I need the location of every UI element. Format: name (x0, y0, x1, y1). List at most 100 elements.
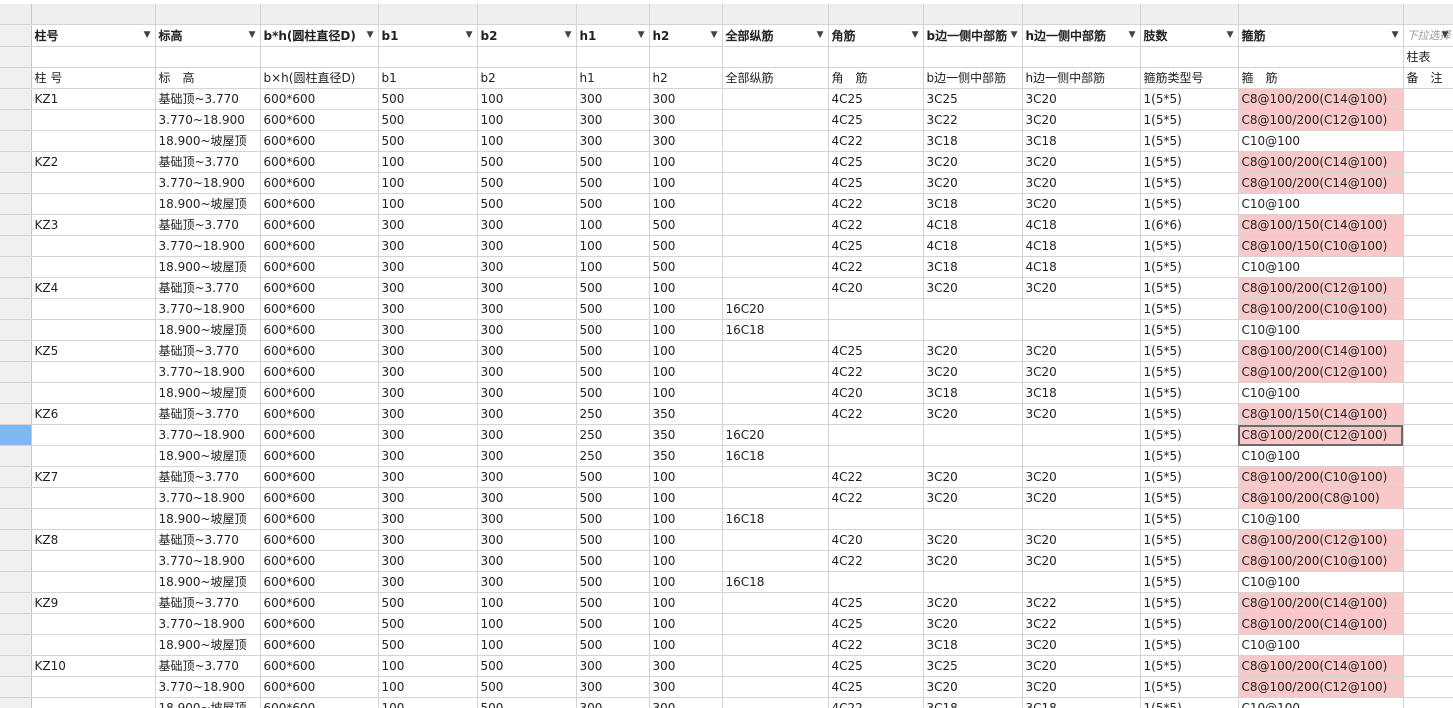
stirrup-cell[interactable]: C8@100/200(C14@100) (1238, 88, 1404, 110)
cell[interactable] (31, 193, 156, 215)
cell[interactable] (31, 298, 156, 320)
cell[interactable]: 基础顶~3.770 (155, 655, 261, 677)
cell[interactable] (828, 424, 924, 446)
cell[interactable] (1403, 88, 1453, 110)
cell[interactable]: 4C22 (828, 256, 924, 278)
row-header[interactable] (0, 46, 32, 68)
cell[interactable]: 1(5*5) (1140, 550, 1239, 572)
cell[interactable]: 16C18 (722, 445, 829, 467)
cell[interactable]: 3.770~18.900 (155, 424, 261, 446)
cell[interactable]: 基础顶~3.770 (155, 277, 261, 299)
cell[interactable]: 3C20 (1022, 277, 1141, 299)
row-header[interactable] (0, 676, 32, 698)
cell[interactable]: 基础顶~3.770 (155, 466, 261, 488)
cell[interactable]: 3C18 (923, 634, 1023, 656)
cell[interactable] (1403, 361, 1453, 383)
cell[interactable]: 3C20 (923, 172, 1023, 194)
cell[interactable]: 3C25 (923, 655, 1023, 677)
cell[interactable]: 16C20 (722, 424, 829, 446)
cell[interactable]: 3C20 (923, 466, 1023, 488)
cell[interactable]: 600*600 (260, 487, 379, 509)
row-header[interactable] (0, 697, 32, 708)
cell[interactable]: 3C20 (923, 361, 1023, 383)
cell[interactable]: 3.770~18.900 (155, 235, 261, 257)
cell[interactable]: 300 (378, 445, 478, 467)
column-header-M[interactable] (1238, 4, 1404, 25)
cell[interactable]: 100 (649, 550, 723, 572)
cell[interactable] (31, 382, 156, 404)
cell[interactable] (722, 466, 829, 488)
cell[interactable]: 3C20 (1022, 550, 1141, 572)
cell[interactable]: 4C18 (1022, 235, 1141, 257)
column-header-K[interactable] (1022, 4, 1141, 25)
cell[interactable]: 100 (649, 529, 723, 551)
cell[interactable] (31, 172, 156, 194)
cell[interactable] (722, 130, 829, 152)
cell[interactable]: 500 (477, 676, 577, 698)
cell[interactable] (722, 529, 829, 551)
filter-cell[interactable]: 全部纵筋 ▼ (722, 24, 829, 47)
cell[interactable] (31, 235, 156, 257)
cell[interactable]: 100 (649, 172, 723, 194)
label-cell[interactable]: 标 高 (155, 67, 261, 89)
cell[interactable]: 1(5*5) (1140, 403, 1239, 425)
cell[interactable]: 500 (576, 382, 650, 404)
stirrup-cell[interactable]: C8@100/200(C14@100) (1238, 613, 1404, 635)
cell[interactable] (722, 361, 829, 383)
column-header-E[interactable] (477, 4, 577, 25)
column-header-A[interactable] (31, 4, 156, 25)
cell[interactable] (828, 445, 924, 467)
cell[interactable]: 1(5*5) (1140, 319, 1239, 341)
cell[interactable]: 3C22 (923, 109, 1023, 131)
cell[interactable]: 300 (576, 88, 650, 110)
cell[interactable]: 3C20 (1022, 361, 1141, 383)
cell[interactable]: 100 (649, 508, 723, 530)
cell[interactable]: 4C22 (828, 634, 924, 656)
cell[interactable] (923, 319, 1023, 341)
row-header[interactable] (0, 613, 32, 635)
cell[interactable]: 4C22 (828, 403, 924, 425)
cell[interactable]: 100 (477, 109, 577, 131)
cell[interactable] (722, 109, 829, 131)
cell[interactable]: 3C20 (1022, 634, 1141, 656)
cell[interactable]: 100 (477, 88, 577, 110)
cell[interactable] (31, 634, 156, 656)
cell[interactable] (722, 88, 829, 110)
row-header[interactable] (0, 67, 32, 89)
cell[interactable]: 300 (649, 676, 723, 698)
cell[interactable]: 300 (477, 550, 577, 572)
cell[interactable]: 3.770~18.900 (155, 550, 261, 572)
cell[interactable]: KZ10 (31, 655, 156, 677)
cell[interactable]: 3C20 (923, 613, 1023, 635)
cell[interactable]: 300 (477, 235, 577, 257)
cell[interactable]: 4C22 (828, 130, 924, 152)
cell[interactable]: 600*600 (260, 571, 379, 593)
filter-cell[interactable]: b1 ▼ (378, 24, 478, 47)
cell[interactable]: 300 (576, 697, 650, 708)
cell[interactable]: 600*600 (260, 634, 379, 656)
cell[interactable]: 1(5*5) (1140, 445, 1239, 467)
cell[interactable]: 600*600 (260, 172, 379, 194)
row-header[interactable] (0, 277, 32, 299)
row-header[interactable] (0, 109, 32, 131)
cell[interactable] (722, 613, 829, 635)
cell[interactable]: KZ2 (31, 151, 156, 173)
cell[interactable] (155, 46, 261, 68)
row-header[interactable] (0, 130, 32, 152)
caption-cell[interactable]: 柱表 (1403, 46, 1453, 68)
row-header[interactable] (0, 655, 32, 677)
cell[interactable]: 300 (649, 697, 723, 708)
cell[interactable]: 600*600 (260, 403, 379, 425)
cell[interactable] (649, 46, 723, 68)
cell[interactable]: 100 (378, 193, 478, 215)
label-cell[interactable]: 箍筋类型号 (1140, 67, 1239, 89)
cell[interactable] (722, 46, 829, 68)
cell[interactable]: KZ4 (31, 277, 156, 299)
cell[interactable]: 600*600 (260, 655, 379, 677)
filter-cell[interactable]: h边一侧中部筋 ▼ (1022, 24, 1141, 47)
cell[interactable]: 3C20 (1022, 172, 1141, 194)
cell[interactable]: 300 (378, 403, 478, 425)
stirrup-cell[interactable]: C8@100/200(C10@100) (1238, 466, 1404, 488)
cell[interactable]: KZ1 (31, 88, 156, 110)
stirrup-cell[interactable]: C8@100/200(C14@100) (1238, 340, 1404, 362)
